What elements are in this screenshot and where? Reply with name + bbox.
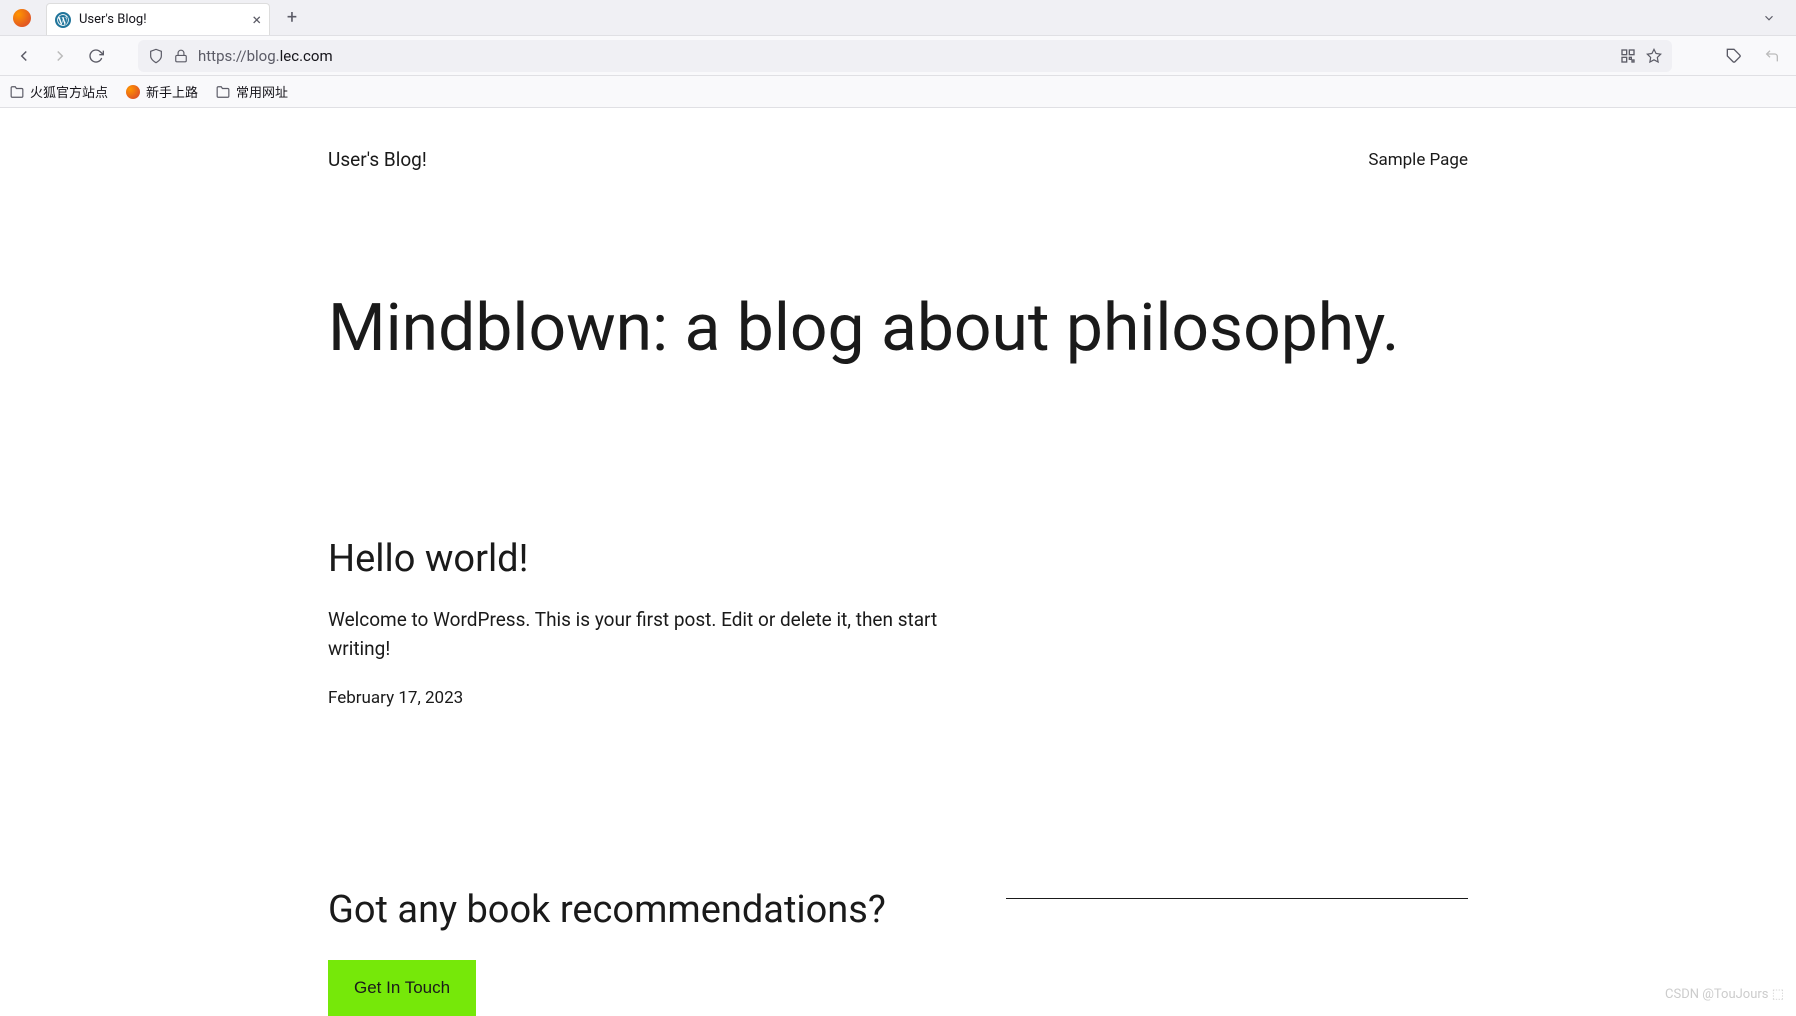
firefox-app-icon [12, 8, 32, 28]
address-bar[interactable]: https://blog.lec.com [138, 40, 1672, 72]
cta-section: Got any book recommendations? Get In Tou… [328, 888, 1468, 1016]
browser-tab-active[interactable]: User's Blog! × [46, 3, 270, 35]
cta-title: Got any book recommendations? [328, 888, 886, 932]
reload-button[interactable] [82, 42, 110, 70]
post-date: February 17, 2023 [328, 688, 968, 708]
site-title-link[interactable]: User's Blog! [328, 148, 427, 171]
undo-icon[interactable] [1758, 42, 1786, 70]
watermark-text: CSDN @TouJours ⬚ [1665, 987, 1784, 1002]
back-button[interactable] [10, 42, 38, 70]
forward-button[interactable] [46, 42, 74, 70]
bookmark-item[interactable]: 常用网址 [216, 82, 288, 101]
wordpress-icon [55, 12, 71, 28]
bookmark-item[interactable]: 火狐官方站点 [10, 82, 108, 101]
folder-icon [216, 85, 230, 99]
post-title-link[interactable]: Hello world! [328, 537, 968, 581]
nav-link-sample-page[interactable]: Sample Page [1368, 150, 1468, 170]
bookmark-label: 火狐官方站点 [30, 82, 108, 101]
tab-title: User's Blog! [79, 12, 244, 27]
folder-icon [10, 85, 24, 99]
divider-line [1006, 898, 1468, 1016]
lock-icon[interactable] [174, 49, 188, 63]
bookmark-star-icon[interactable] [1646, 48, 1662, 64]
blog-post: Hello world! Welcome to WordPress. This … [328, 537, 968, 708]
get-in-touch-button[interactable]: Get In Touch [328, 960, 476, 1016]
post-excerpt: Welcome to WordPress. This is your first… [328, 605, 968, 664]
bookmark-label: 新手上路 [146, 82, 198, 101]
extension-icon[interactable] [1720, 42, 1748, 70]
hero-title: Mindblown: a blog about philosophy. [328, 291, 1468, 367]
page-content: User's Blog! Sample Page Mindblown: a bl… [0, 108, 1796, 1016]
browser-toolbar: https://blog.lec.com [0, 36, 1796, 76]
url-text: https://blog.lec.com [198, 47, 1610, 65]
site-header: User's Blog! Sample Page [328, 108, 1468, 201]
browser-tab-bar: User's Blog! × + [0, 0, 1796, 36]
firefox-icon [126, 85, 140, 99]
new-tab-button[interactable]: + [278, 4, 306, 32]
shield-icon[interactable] [148, 48, 164, 64]
bookmarks-bar: 火狐官方站点 新手上路 常用网址 [0, 76, 1796, 108]
close-tab-icon[interactable]: × [252, 12, 261, 28]
bookmark-item[interactable]: 新手上路 [126, 82, 198, 101]
qr-icon[interactable] [1620, 48, 1636, 64]
tabs-dropdown-icon[interactable] [1762, 11, 1776, 25]
bookmark-label: 常用网址 [236, 82, 288, 101]
